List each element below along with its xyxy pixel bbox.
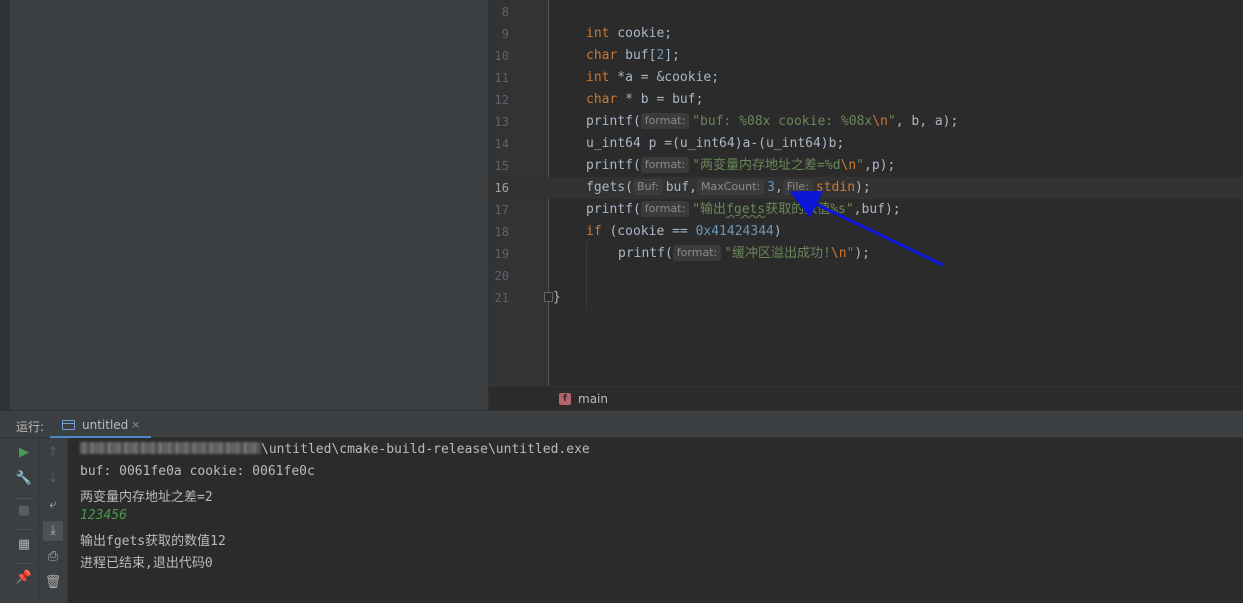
console-icon <box>62 420 75 430</box>
toolbar-divider <box>15 563 33 564</box>
run-toolbar-edge <box>0 438 10 603</box>
breadcrumb-item-main[interactable]: main <box>578 392 608 406</box>
layout-icon[interactable]: ▦ <box>14 535 34 555</box>
line-number: 8 <box>501 5 509 19</box>
code-text: if (cookie == 0x41424344) <box>586 224 782 239</box>
run-panel-header: 运行: untitled × <box>0 410 1243 439</box>
code-text: char * b = buf; <box>586 92 704 107</box>
code-text: } <box>553 290 561 305</box>
breadcrumb: f main <box>489 386 1243 410</box>
parameter-hint: format: <box>640 201 690 217</box>
parameter-hint: format: <box>672 245 722 261</box>
pin-icon[interactable]: 📌 <box>14 568 34 588</box>
code-line[interactable]: 18 if (cookie == 0x41424344) <box>489 221 1243 243</box>
console-line: 输出fgets获取的数值12 <box>80 534 226 549</box>
console-user-input: 123456 <box>80 508 127 523</box>
parameter-hint: format: <box>640 157 690 173</box>
rerun-icon[interactable]: ▶ <box>14 443 34 463</box>
line-number: 9 <box>501 27 509 41</box>
code-line[interactable]: 8 <box>489 1 1243 23</box>
code-line[interactable]: 11 int *a = &cookie; <box>489 67 1243 89</box>
run-label: 运行: <box>16 420 45 434</box>
parameter-hint: Buf: <box>632 179 663 195</box>
redacted-path <box>80 442 261 454</box>
trash-icon[interactable]: 🗑 <box>43 573 63 593</box>
code-line[interactable]: 17 printf(format: "输出fgets获取的数值%s",buf); <box>489 199 1243 221</box>
code-editor[interactable]: 8 9 int cookie; 10 char buf[2]; 11 int *… <box>489 0 1243 386</box>
code-text: fgets(Buf: buf, MaxCount: 3, File: stdin); <box>586 179 871 195</box>
fold-marker-icon[interactable] <box>544 292 553 302</box>
code-text: int cookie; <box>586 26 673 41</box>
code-text: printf(format: "buf: %08x cookie: %08x\n"… <box>586 113 959 129</box>
code-line[interactable]: 9 int cookie; <box>489 23 1243 45</box>
run-toolbar-secondary: ↑ ↓ ⤶ ⤓ ⎙ 🗑 <box>39 438 68 603</box>
code-line[interactable]: 10 char buf[2]; <box>489 45 1243 67</box>
scroll-to-end-icon[interactable]: ⤓ <box>43 521 63 541</box>
wrench-icon[interactable]: 🔧 <box>14 469 34 489</box>
stop-icon[interactable]: ■ <box>14 501 34 521</box>
code-text: char buf[2]; <box>586 48 680 63</box>
tab-untitled[interactable]: untitled × <box>50 411 151 439</box>
code-line[interactable]: 13 printf(format: "buf: %08x cookie: %08x… <box>489 111 1243 133</box>
parameter-hint: format: <box>640 113 690 129</box>
toolbar-divider <box>15 529 33 530</box>
console-line: 进程已结束,退出代码0 <box>80 556 213 571</box>
line-number: 12 <box>494 93 509 107</box>
typo-underline: fgets <box>726 202 766 217</box>
code-line[interactable]: 14 u_int64 p =(u_int64)a-(u_int64)b; <box>489 133 1243 155</box>
line-number: 10 <box>494 49 509 63</box>
code-text: printf(format: "缓冲区溢出成功!\n"); <box>618 245 871 261</box>
function-icon: f <box>559 393 571 405</box>
line-number: 14 <box>494 137 509 151</box>
code-line[interactable]: 12 char * b = buf; <box>489 89 1243 111</box>
print-icon[interactable]: ⎙ <box>43 547 63 567</box>
console-line-exe-path: \untitled\cmake-build-release\untitled.e… <box>80 442 590 457</box>
code-line[interactable]: 15 printf(format: "两变量内存地址之差=%d\n",p); <box>489 155 1243 177</box>
project-panel[interactable] <box>10 0 489 410</box>
code-line[interactable]: 20 <box>489 265 1243 287</box>
line-number: 19 <box>494 247 509 261</box>
toolbar-divider <box>15 498 33 499</box>
line-number: 18 <box>494 225 509 239</box>
code-text: u_int64 p =(u_int64)a-(u_int64)b; <box>586 136 845 151</box>
parameter-hint: File: <box>782 179 813 195</box>
line-number: 13 <box>494 115 509 129</box>
soft-wrap-icon[interactable]: ⤶ <box>43 495 63 515</box>
code-text: printf(format: "输出fgets获取的数值%s",buf); <box>586 201 901 217</box>
console-line: buf: 0061fe0a cookie: 0061fe0c <box>80 464 315 479</box>
tab-label: untitled <box>82 418 129 432</box>
left-edge-strip <box>0 0 10 410</box>
console-output[interactable]: \untitled\cmake-build-release\untitled.e… <box>68 438 1243 603</box>
down-arrow-icon[interactable]: ↓ <box>43 469 63 489</box>
line-number: 17 <box>494 203 509 217</box>
line-number: 15 <box>494 159 509 173</box>
code-line[interactable]: 19 printf(format: "缓冲区溢出成功!\n"); <box>489 243 1243 265</box>
line-number: 11 <box>494 71 509 85</box>
console-line: 两变量内存地址之差=2 <box>80 490 213 505</box>
line-number: 21 <box>494 291 509 305</box>
code-line[interactable]: 21 } <box>489 287 1243 309</box>
run-toolbar-primary: ▶ 🔧 ■ ▦ 📌 <box>10 438 39 603</box>
code-text: printf(format: "两变量内存地址之差=%d\n",p); <box>586 157 896 173</box>
close-icon[interactable]: × <box>131 418 140 431</box>
line-number: 16 <box>494 181 509 195</box>
code-line-current[interactable]: 16 fgets(Buf: buf, MaxCount: 3, File: stdin); <box>489 177 1243 199</box>
code-text: int *a = &cookie; <box>586 70 720 85</box>
line-number: 20 <box>494 269 509 283</box>
up-arrow-icon[interactable]: ↑ <box>43 443 63 463</box>
parameter-hint: MaxCount: <box>697 179 765 195</box>
